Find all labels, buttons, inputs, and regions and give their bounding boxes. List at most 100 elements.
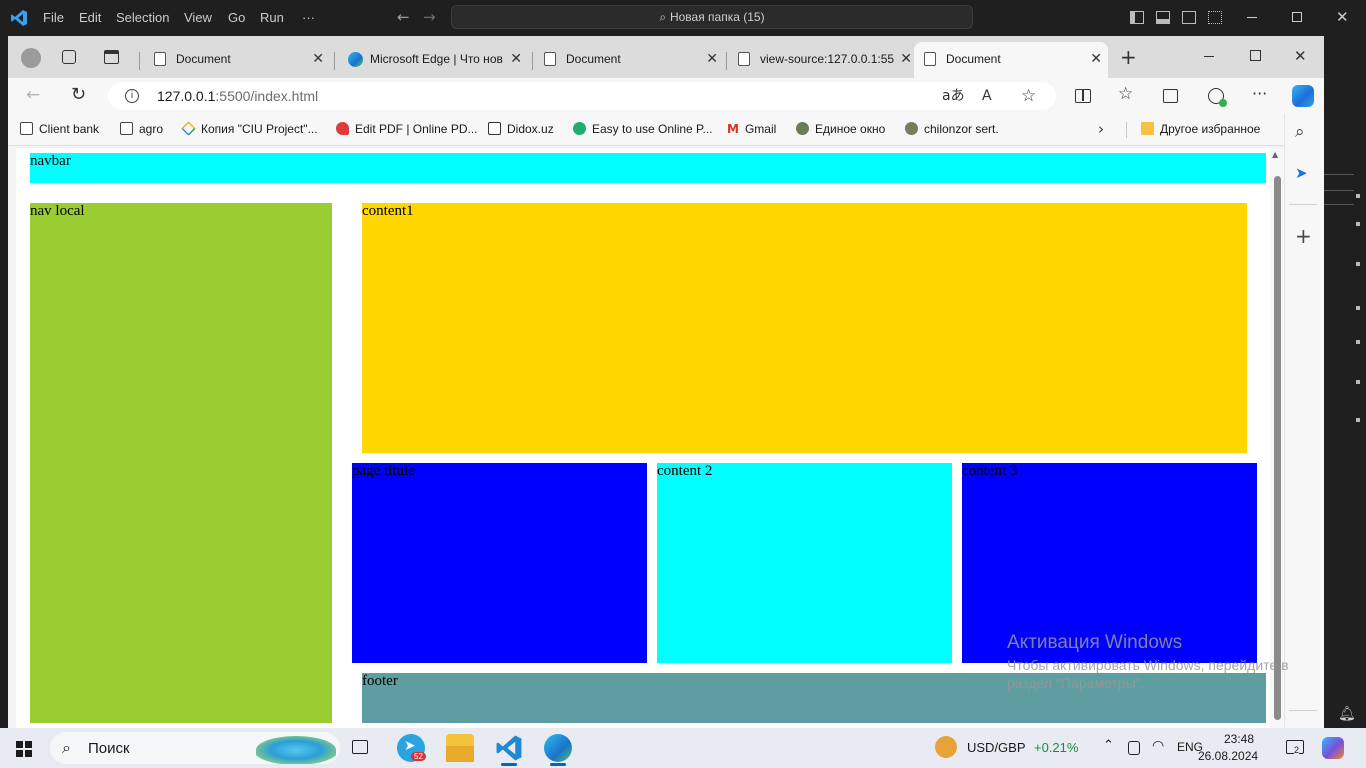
meet-now-icon[interactable]	[1128, 741, 1140, 755]
restore-icon[interactable]	[1292, 12, 1302, 22]
new-tab-icon[interactable]: +	[1120, 45, 1137, 69]
menu-more[interactable]: ···	[302, 10, 315, 25]
wifi-icon[interactable]: ◠	[1152, 738, 1164, 754]
fav-label: Другое избранное	[1160, 122, 1261, 136]
start-windows-icon[interactable]	[16, 741, 32, 757]
more-menu-icon[interactable]: ···	[1252, 84, 1267, 103]
toggle-panel-icon[interactable]	[1156, 11, 1170, 24]
tab-view-source[interactable]: view-source:127.0.0.1:550 ✕	[728, 42, 918, 78]
chevron-right-icon[interactable]: ›	[1098, 120, 1104, 138]
heart-icon	[336, 122, 349, 135]
search-icon: ⌕	[62, 738, 71, 757]
menu-selection[interactable]: Selection	[116, 10, 169, 25]
fav-chilonzor[interactable]: chilonzor sert.	[905, 122, 999, 136]
favorite-star-icon[interactable]: ☆	[1021, 82, 1036, 110]
copilot-taskbar-icon[interactable]	[1322, 737, 1344, 759]
telegram-taskbar-icon[interactable]: ➤ 52	[397, 734, 426, 762]
scroll-up-icon[interactable]: ▲	[1272, 150, 1278, 159]
menu-edit[interactable]: Edit	[79, 10, 101, 25]
telegram-icon[interactable]: ➤	[1295, 164, 1308, 182]
menu-file[interactable]: File	[43, 10, 64, 25]
tab-document-2[interactable]: Document ✕	[534, 42, 724, 78]
workspaces-icon[interactable]	[62, 50, 76, 64]
taskbar-search-box[interactable]: ⌕ Поиск	[50, 732, 340, 764]
task-view-icon[interactable]	[352, 740, 368, 754]
fav-gmail[interactable]: M Gmail	[727, 122, 776, 136]
notifications-icon[interactable]: 2	[1286, 740, 1304, 755]
navbar-label: navbar	[30, 153, 71, 169]
ticker-label[interactable]: USD/GBP	[967, 740, 1026, 755]
collections-icon[interactable]	[1163, 89, 1178, 103]
fav-client-bank[interactable]: Client bank	[20, 122, 99, 136]
tab-document-1[interactable]: Document ✕	[144, 42, 330, 78]
maximize-icon[interactable]	[1250, 50, 1261, 61]
minimize-icon[interactable]	[1204, 56, 1214, 57]
read-aloud-icon[interactable]: A	[982, 82, 992, 110]
minimize-icon[interactable]	[1247, 17, 1257, 18]
menu-go[interactable]: Go	[228, 10, 245, 25]
edge-taskbar-icon[interactable]	[544, 734, 572, 766]
toggle-sidebar-icon[interactable]	[1130, 11, 1144, 24]
toggle-secondary-sidebar-icon[interactable]	[1182, 11, 1196, 24]
page-title-block: page titule	[352, 463, 647, 663]
folder-icon	[1141, 122, 1154, 135]
close-icon[interactable]: ✕	[1294, 47, 1307, 65]
menu-run[interactable]: Run	[260, 10, 284, 25]
document-icon	[544, 52, 556, 66]
tab-document-active[interactable]: Document ✕	[914, 42, 1108, 78]
customize-layout-icon[interactable]	[1208, 11, 1222, 24]
refresh-icon[interactable]: ↻	[71, 84, 86, 105]
tab-actions-icon[interactable]	[104, 50, 119, 64]
fav-didox[interactable]: Didox.uz	[488, 122, 554, 136]
command-center-label: Новая папка (15)	[669, 10, 765, 24]
clock[interactable]: 23:48 26.08.2024	[1198, 732, 1258, 763]
menu-view[interactable]: View	[184, 10, 212, 25]
fav-easy-pdf[interactable]: Easy to use Online P...	[573, 122, 713, 136]
fav-ciu-project[interactable]: Копия "CIU Project"...	[181, 121, 318, 136]
tab-close-icon[interactable]: ✕	[1090, 42, 1102, 76]
favorites-icon[interactable]: ☆	[1118, 84, 1133, 104]
document-icon	[738, 52, 750, 66]
close-icon[interactable]: ✕	[1336, 8, 1349, 26]
tab-close-icon[interactable]: ✕	[510, 42, 522, 76]
fav-edit-pdf[interactable]: Edit PDF | Online PD...	[336, 122, 478, 136]
ticker-change[interactable]: +0.21%	[1034, 740, 1078, 755]
fav-label: chilonzor sert.	[924, 122, 999, 136]
back-icon[interactable]: ←	[26, 85, 40, 105]
fav-agro[interactable]: agro	[120, 122, 163, 136]
translate-icon[interactable]: aあ	[942, 82, 965, 110]
vscode-editor-edge: 🔔︎	[1324, 36, 1366, 728]
vscode-logo-icon	[11, 10, 27, 26]
split-screen-icon[interactable]	[1075, 89, 1091, 103]
s-logo-icon	[573, 122, 586, 135]
fav-label: Копия "CIU Project"...	[201, 122, 318, 136]
fav-edinoe-okno[interactable]: Единое окно	[796, 122, 885, 136]
edge-favicon-icon	[348, 52, 363, 67]
add-sidebar-app-icon[interactable]: +	[1295, 224, 1312, 248]
search-icon[interactable]: ⌕	[1295, 122, 1305, 142]
tab-close-icon[interactable]: ✕	[706, 42, 718, 76]
taskbar: ⌕ Поиск ➤ 52 USD/GBP +0.21% ⌃ ◠ ENG 23:4…	[0, 728, 1366, 768]
fav-label: Client bank	[39, 122, 100, 136]
profile-avatar[interactable]	[21, 48, 41, 68]
command-center-search[interactable]: ⌕ Новая папка (15)	[451, 5, 973, 29]
content1-block: content1	[362, 203, 1247, 453]
tab-microsoft-edge[interactable]: Microsoft Edge | Что нов ✕	[338, 42, 528, 78]
site-info-icon[interactable]: i	[125, 89, 139, 103]
vscode-taskbar-icon[interactable]	[495, 734, 523, 766]
address-bar[interactable]: i 127.0.0.1:5500/index.html aあ A ☆	[108, 82, 1056, 110]
fav-label: Gmail	[744, 122, 777, 136]
activation-line2: раздел "Параметры".	[1007, 675, 1145, 691]
tab-close-icon[interactable]: ✕	[312, 42, 324, 76]
copilot-icon[interactable]	[1292, 85, 1314, 107]
back-arrow-icon[interactable]: ←	[397, 8, 410, 26]
browser-essentials-icon[interactable]	[1208, 88, 1227, 107]
edge-window: Document ✕ Microsoft Edge | Что нов ✕ Do…	[8, 36, 1324, 728]
chevron-up-icon[interactable]: ⌃	[1103, 738, 1114, 753]
edge-sidebar: ⌕ ➤ +	[1284, 114, 1324, 728]
file-explorer-icon[interactable]	[446, 734, 474, 762]
fav-other-folder[interactable]: Другое избранное	[1141, 122, 1260, 136]
forward-arrow-icon[interactable]: →	[423, 8, 436, 26]
bell-icon[interactable]: 🔔︎	[1338, 706, 1356, 722]
tab-close-icon[interactable]: ✕	[900, 42, 912, 76]
